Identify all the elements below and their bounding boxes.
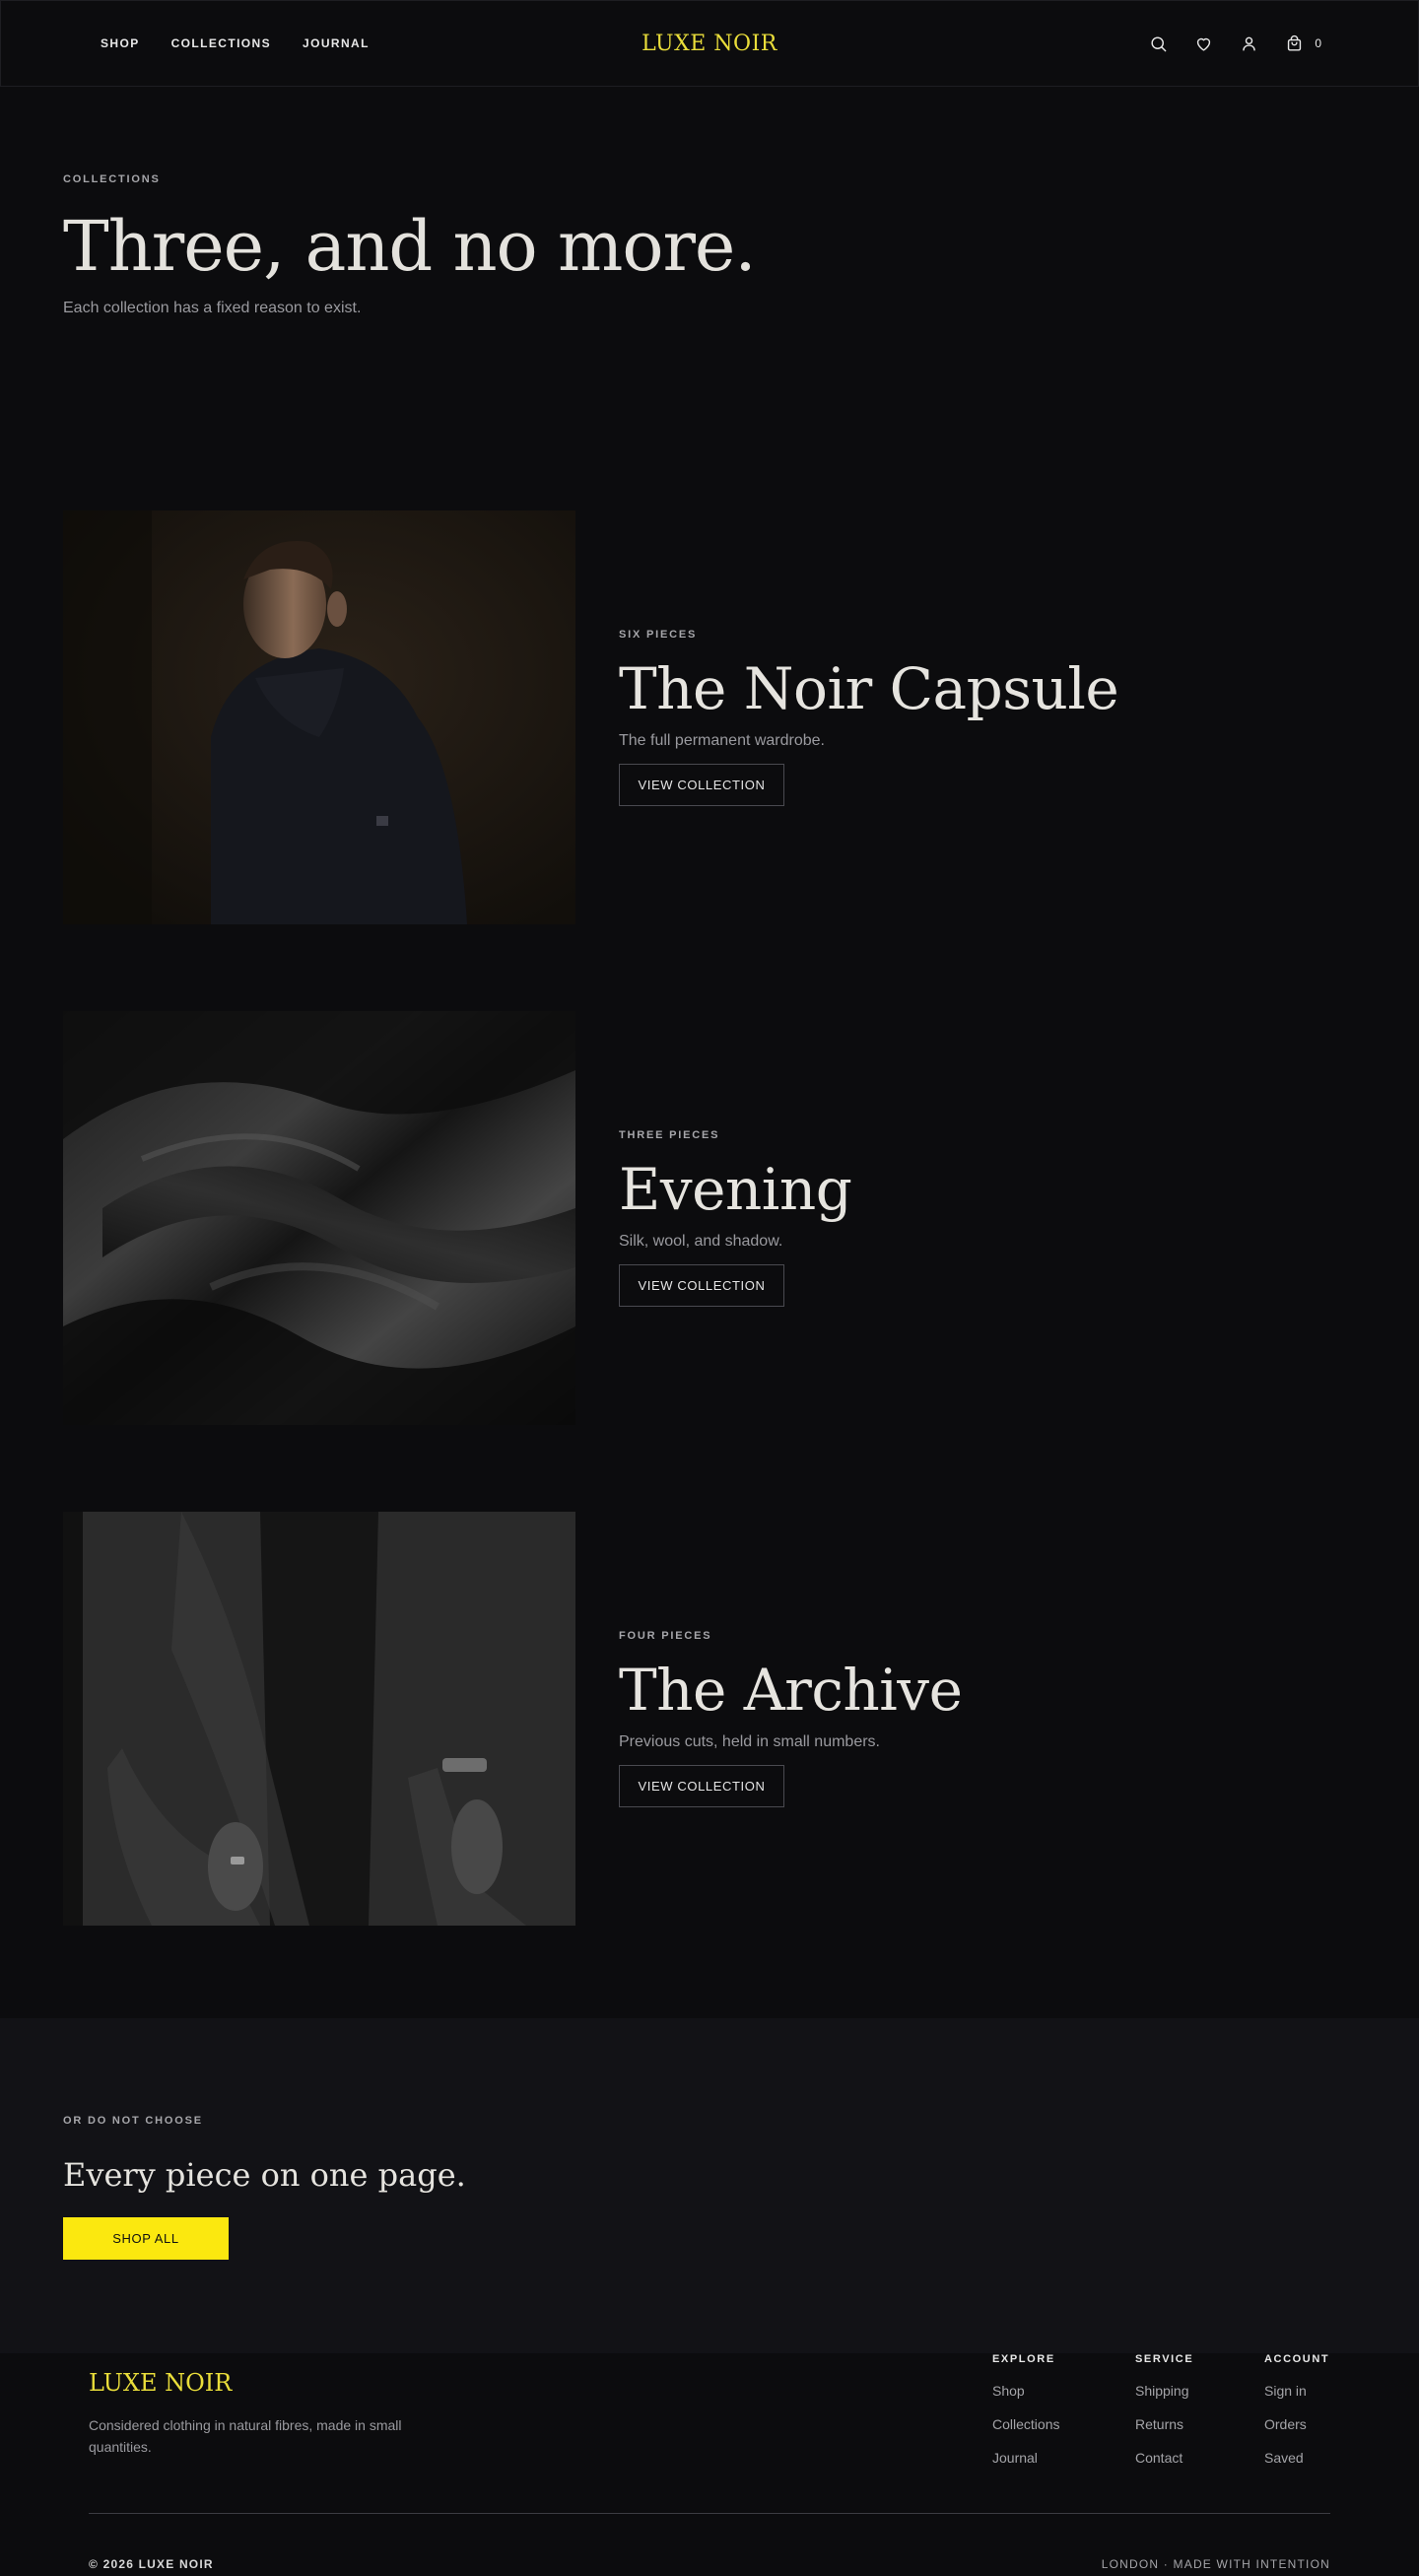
- collection-title: The Noir Capsule: [619, 654, 1119, 722]
- footer-logo[interactable]: LUXE NOIR: [89, 2369, 232, 2397]
- shop-all-button[interactable]: SHOP ALL: [63, 2217, 229, 2260]
- view-collection-button[interactable]: VIEW COLLECTION: [619, 1264, 784, 1308]
- footer-heading: SERVICE: [1135, 2353, 1194, 2365]
- nav-collections[interactable]: COLLECTIONS: [171, 36, 271, 50]
- nav-shop[interactable]: SHOP: [101, 36, 140, 50]
- site-header: SHOP COLLECTIONS JOURNAL LUXE NOIR 0: [0, 0, 1419, 87]
- collection-description: The full permanent wardrobe.: [619, 732, 825, 750]
- collection-title: The Archive: [619, 1656, 963, 1724]
- footer-link-saved[interactable]: Saved: [1264, 2450, 1329, 2466]
- cta-title: Every piece on one page.: [63, 2156, 466, 2194]
- footer-copyright: © 2026 LUXE NOIR: [89, 2557, 214, 2571]
- footer-link-orders[interactable]: Orders: [1264, 2416, 1329, 2432]
- footer-link-returns[interactable]: Returns: [1135, 2416, 1193, 2432]
- site-footer: LUXE NOIR Considered clothing in natural…: [0, 2353, 1419, 2576]
- site-logo[interactable]: LUXE NOIR: [642, 32, 777, 56]
- silk-fabric-photo: [63, 1011, 575, 1425]
- footer-link-sign-in[interactable]: Sign in: [1264, 2383, 1329, 2399]
- cart-button[interactable]: 0: [1283, 33, 1321, 54]
- collection-row: THREE PIECES Evening Silk, wool, and sha…: [63, 1011, 1356, 1425]
- footer-link-collections[interactable]: Collections: [992, 2416, 1059, 2432]
- collection-text: FOUR PIECES The Archive Previous cuts, h…: [619, 1512, 963, 1926]
- nav-journal[interactable]: JOURNAL: [303, 36, 370, 50]
- page-subtitle: Each collection has a fixed reason to ex…: [63, 299, 362, 316]
- collection-text: SIX PIECES The Noir Capsule The full per…: [619, 510, 1119, 924]
- footer-link-contact[interactable]: Contact: [1135, 2450, 1193, 2466]
- collection-title: Evening: [619, 1155, 852, 1223]
- cart-count: 0: [1315, 36, 1321, 50]
- footer-link-shipping[interactable]: Shipping: [1135, 2383, 1193, 2399]
- view-collection-button[interactable]: VIEW COLLECTION: [619, 1765, 784, 1808]
- cta-eyebrow: OR DO NOT CHOOSE: [63, 2115, 203, 2127]
- collection-description: Silk, wool, and shadow.: [619, 1233, 783, 1251]
- footer-link-shop[interactable]: Shop: [992, 2383, 1059, 2399]
- footer-tagline: Considered clothing in natural fibres, m…: [89, 2417, 402, 2455]
- collection-text: THREE PIECES Evening Silk, wool, and sha…: [619, 1011, 852, 1425]
- collection-row: FOUR PIECES The Archive Previous cuts, h…: [63, 1512, 1356, 1926]
- collection-count: SIX PIECES: [619, 628, 698, 641]
- hero: COLLECTIONS Three, and no more. Each col…: [63, 173, 1048, 317]
- bag-icon: [1283, 33, 1305, 54]
- page-title: Three, and no more.: [63, 206, 757, 287]
- footer-link-journal[interactable]: Journal: [992, 2450, 1059, 2466]
- collection-count: THREE PIECES: [619, 1128, 720, 1141]
- footer-location: LONDON · MADE WITH INTENTION: [1101, 2557, 1330, 2571]
- collection-description: Previous cuts, held in small numbers.: [619, 1733, 880, 1751]
- collection-image-portrait[interactable]: [63, 510, 575, 924]
- search-icon[interactable]: [1147, 33, 1169, 54]
- main-nav: SHOP COLLECTIONS JOURNAL: [101, 1, 370, 86]
- footer-column-service: SERVICE Shipping Returns Contact: [1135, 2353, 1193, 2466]
- collection-row: SIX PIECES The Noir Capsule The full per…: [63, 510, 1356, 924]
- footer-heading: EXPLORE: [992, 2353, 1055, 2365]
- collection-count: FOUR PIECES: [619, 1629, 712, 1642]
- portrait-photo: [63, 510, 575, 924]
- footer-heading: ACCOUNT: [1264, 2353, 1330, 2365]
- user-icon[interactable]: [1238, 33, 1259, 54]
- footer-divider: [89, 2513, 1330, 2514]
- collection-image-silk[interactable]: [63, 1011, 575, 1425]
- header-icons: 0: [1147, 1, 1321, 86]
- heart-icon[interactable]: [1192, 33, 1214, 54]
- shop-all-cta: OR DO NOT CHOOSE Every piece on one page…: [0, 2018, 1419, 2353]
- view-collection-button[interactable]: VIEW COLLECTION: [619, 764, 784, 807]
- coat-detail-photo: [63, 1512, 575, 1926]
- collection-image-coat[interactable]: [63, 1512, 575, 1926]
- footer-column-account: ACCOUNT Sign in Orders Saved: [1264, 2353, 1329, 2466]
- footer-column-explore: EXPLORE Shop Collections Journal: [992, 2353, 1059, 2466]
- hero-eyebrow: COLLECTIONS: [63, 173, 161, 185]
